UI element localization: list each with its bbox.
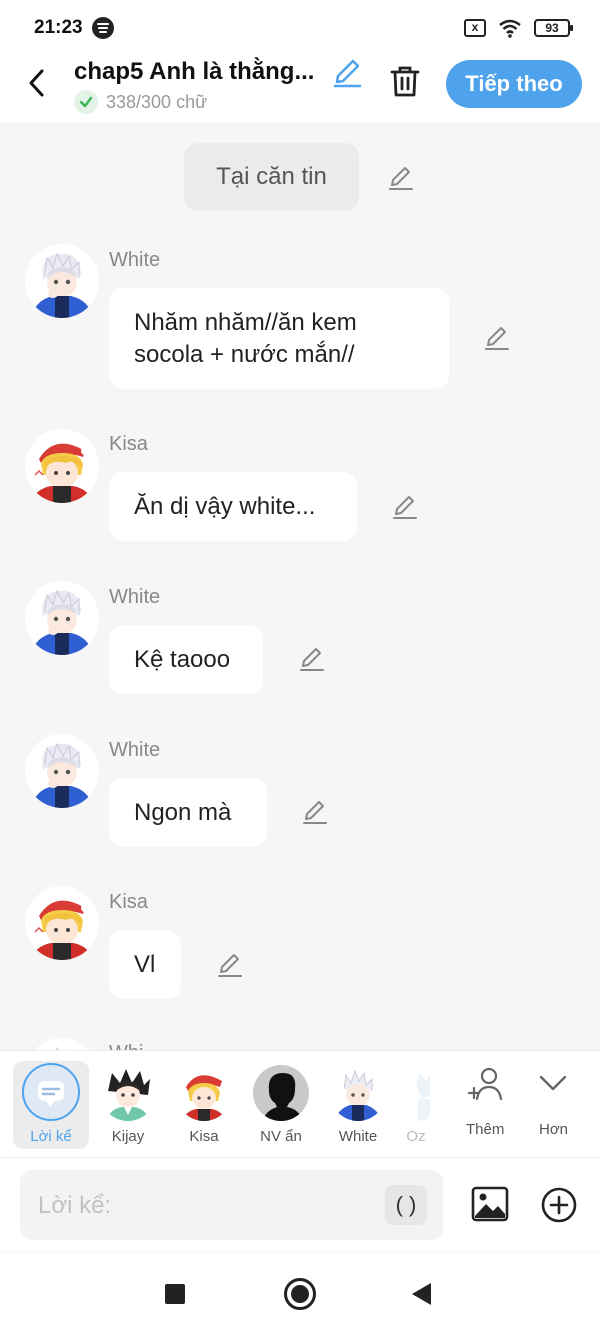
message-input[interactable] xyxy=(38,1188,378,1224)
avatar-white[interactable] xyxy=(25,581,99,655)
char-kijay[interactable]: Kijay xyxy=(90,1061,166,1149)
input-row: ( ) xyxy=(0,1158,600,1252)
edit-pencil-icon[interactable] xyxy=(297,644,327,674)
speaker-name: Whi... xyxy=(109,1042,160,1050)
chat-area[interactable]: Tại căn tin White Nhăm nhăm//ăn kem soco… xyxy=(0,122,600,1050)
avatar-white[interactable] xyxy=(25,734,99,808)
edit-title-icon[interactable] xyxy=(330,56,364,90)
message-line: Ăn dị vậy white... xyxy=(134,492,316,520)
avatar-hidden-character xyxy=(253,1065,309,1121)
chapter-title: chap5 Anh là thằng... xyxy=(74,58,315,85)
avatar-white xyxy=(330,1065,386,1121)
edit-pencil-icon[interactable] xyxy=(390,492,420,522)
add-person-icon xyxy=(467,1067,503,1101)
message-bubble[interactable]: Ngon mà xyxy=(109,778,267,847)
character-selector: Lời kể Kijay Kisa NV ẩn White Oz Thêm Hơ… xyxy=(0,1050,600,1158)
char-narration[interactable]: Lời kể xyxy=(13,1061,89,1149)
chevron-down-icon xyxy=(539,1075,567,1091)
narration-icon xyxy=(22,1063,80,1121)
char-label: Lời kể xyxy=(30,1128,72,1145)
edit-pencil-icon[interactable] xyxy=(482,323,512,353)
message-input-box[interactable]: ( ) xyxy=(20,1170,443,1240)
message-line: Ngon mà xyxy=(134,798,232,826)
avatar-kisa[interactable] xyxy=(25,429,99,503)
edit-pencil-icon[interactable] xyxy=(215,950,245,980)
wifi-icon xyxy=(499,19,521,38)
narration-bubble[interactable]: Tại căn tin xyxy=(184,143,359,211)
next-button[interactable]: Tiếp theo xyxy=(446,60,582,108)
avatar-kisa xyxy=(176,1065,232,1121)
add-character-label: Thêm xyxy=(466,1121,505,1138)
message-bubble[interactable]: Nhăm nhăm//ăn kem socola + nước mắn// xyxy=(109,288,449,389)
battery-icon: 93 xyxy=(534,19,573,37)
char-white[interactable]: White xyxy=(320,1061,396,1149)
char-hidden[interactable]: NV ẩn xyxy=(243,1061,319,1149)
avatar-oz xyxy=(408,1065,436,1121)
home-button[interactable] xyxy=(284,1278,316,1310)
message-bubble[interactable]: Vl xyxy=(109,930,181,999)
edit-pencil-icon[interactable] xyxy=(386,163,416,193)
editor-header: chap5 Anh là thằng... 338/300 chữ Tiếp t… xyxy=(0,56,600,122)
check-icon xyxy=(74,90,98,114)
char-oz[interactable]: Oz xyxy=(396,1061,436,1149)
no-sim-icon: x xyxy=(464,19,486,37)
message-line: Kệ taooo xyxy=(134,645,231,673)
char-kisa[interactable]: Kisa xyxy=(166,1061,242,1149)
avatar-white[interactable] xyxy=(25,244,99,318)
message-line: Nhăm nhăm//ăn kem xyxy=(134,308,357,336)
speaker-name: White xyxy=(109,739,161,761)
recent-apps-button[interactable] xyxy=(165,1284,185,1304)
message-bubble[interactable]: Kệ taooo xyxy=(109,625,263,694)
system-back-button[interactable] xyxy=(412,1283,431,1305)
trash-icon[interactable] xyxy=(386,62,424,100)
speaker-name: White xyxy=(109,586,161,608)
char-label: NV ẩn xyxy=(260,1128,302,1145)
speaker-name: Kisa xyxy=(109,433,148,455)
char-label: Kijay xyxy=(111,1128,145,1145)
image-icon[interactable] xyxy=(470,1184,510,1224)
add-circle-icon[interactable] xyxy=(540,1186,578,1224)
word-count: 338/300 chữ xyxy=(74,90,207,114)
back-button[interactable] xyxy=(18,62,58,102)
edit-pencil-icon[interactable] xyxy=(300,797,330,827)
spotify-icon xyxy=(92,17,114,39)
status-time: 21:23 xyxy=(34,17,83,38)
more-button[interactable]: Hơn xyxy=(524,1051,584,1157)
speaker-name: Kisa xyxy=(109,891,148,913)
char-label: Oz xyxy=(406,1128,426,1145)
message-bubble[interactable]: Ăn dị vậy white... xyxy=(109,472,357,541)
status-bar: 21:23 x 93 xyxy=(0,0,600,56)
message-line: socola + nước mắn// xyxy=(134,340,355,368)
parentheses-button[interactable]: ( ) xyxy=(385,1185,427,1225)
avatar-kisa[interactable] xyxy=(25,886,99,960)
system-nav-bar xyxy=(0,1253,600,1333)
speaker-name: White xyxy=(109,249,161,271)
message-line: Vl xyxy=(134,950,156,978)
more-label: Hơn xyxy=(539,1121,569,1138)
avatar-kijay xyxy=(100,1065,156,1121)
char-label: Kisa xyxy=(189,1128,219,1145)
word-count-text: 338/300 chữ xyxy=(106,91,208,112)
char-label: White xyxy=(338,1128,378,1145)
add-character-button[interactable]: Thêm xyxy=(455,1051,517,1157)
avatar-white[interactable] xyxy=(25,1038,99,1050)
